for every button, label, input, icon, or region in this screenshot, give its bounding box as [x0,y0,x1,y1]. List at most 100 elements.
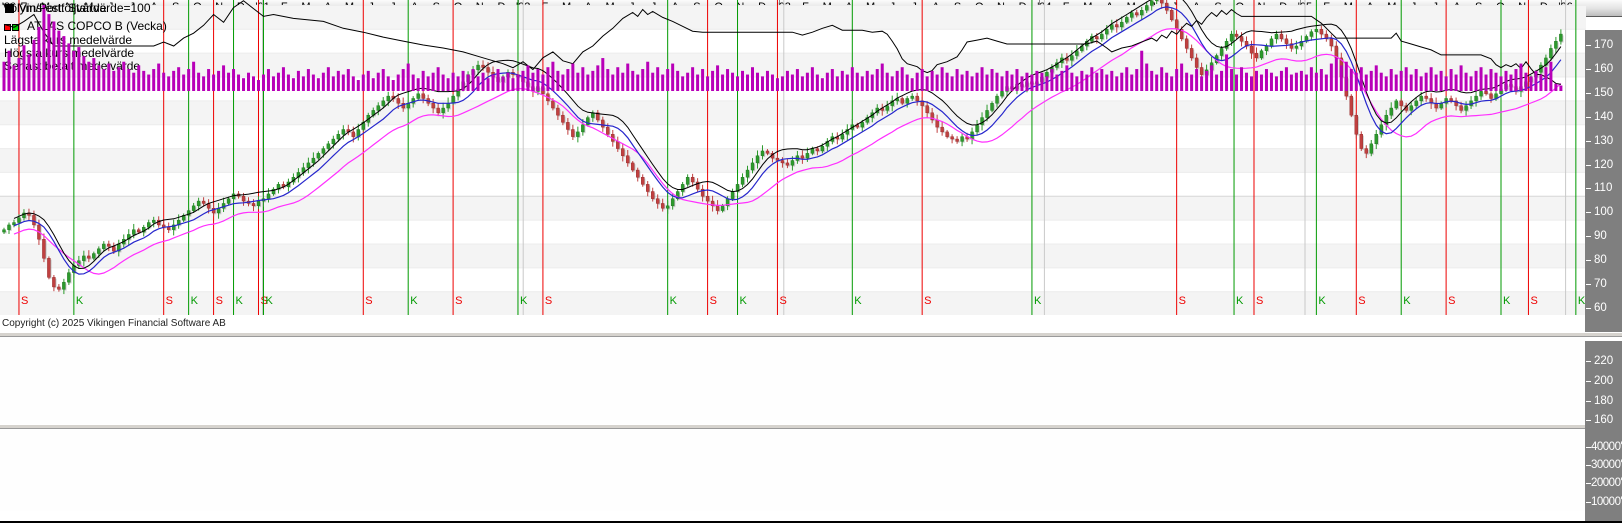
volume-bar [966,71,969,91]
y-axis-label: 150 [1585,87,1622,100]
sell-signal-letter: S [924,295,931,307]
candle-up [3,230,6,232]
candle-up [1480,91,1483,96]
volume-bar [22,45,25,91]
candle-up [377,106,380,111]
candle-down [926,106,929,113]
buy-signal-letter: K [1236,295,1244,307]
volume-bar [866,71,869,91]
volume-bar [926,76,929,91]
volume-bar [656,67,659,91]
volume-bar [996,73,999,91]
volume-bar [3,62,6,91]
volume-bar [631,71,634,91]
candle-up [811,149,814,154]
candle-down [1450,98,1453,100]
volume-bar [92,58,95,91]
volume-bar [1440,71,1443,91]
volume-bar [1035,71,1038,91]
sell-signal-letter: S [216,295,223,307]
candle-down [566,122,569,129]
candle-down [1355,115,1358,134]
volume-bar [741,71,744,91]
candle-down [1400,101,1403,106]
candle-down [561,115,564,122]
volume-bar [247,73,250,91]
volume-bar [1480,67,1483,91]
sell-signal-letter: S [545,295,552,307]
candle-up [147,223,150,228]
volume-bar [217,71,220,91]
volume-bar [1185,73,1188,91]
volume-bar [541,75,544,91]
volume-bar [1285,67,1288,91]
volume-bar [317,78,320,91]
volume-bar [1160,67,1163,91]
volume-bar [1345,62,1348,91]
candle-up [1395,101,1398,108]
volume-bar [551,62,554,91]
volume-bar [32,40,35,91]
volume-bar [1375,65,1378,91]
volume-bar [716,65,719,91]
candle-down [626,156,629,163]
candle-down [816,149,819,151]
volume-bar [327,67,330,91]
volume-bar [696,75,699,91]
volume-bar [357,80,360,91]
volume-bar [781,76,784,91]
candle-down [716,206,719,211]
candle-up [387,96,390,101]
volume-panel[interactable]: Volym/Portföljvärde [0,419,1586,511]
volume-bar [901,67,904,91]
candle-down [691,177,694,182]
volume-bar [1050,69,1053,91]
volume-bar [981,67,984,91]
volume-bar [611,75,614,91]
buy-signal-letter: K [854,295,862,307]
candle-down [107,244,110,246]
volume-bar [312,75,315,91]
volume-bar [646,62,649,91]
volume-bar [387,76,390,91]
volume-bar [621,73,624,91]
volume-bar [107,64,110,91]
candle-down [137,230,140,232]
volume-bar [167,76,170,91]
volume-bar [1300,71,1303,91]
volume-bar [946,73,949,91]
volume-bar [1360,67,1363,91]
volume-bar [417,78,420,91]
volume-bar [267,69,270,91]
volume-bar [187,69,190,91]
volume-bar [1270,73,1273,91]
volume-bar [566,69,569,91]
candle-down [1460,106,1463,111]
band [0,244,1586,268]
volume-bar [332,76,335,91]
candle-up [447,103,450,108]
candle-down [47,258,50,277]
candle-up [741,177,744,184]
candle-up [1465,106,1468,111]
candle-up [152,220,155,222]
volume-bar [1195,69,1198,91]
candle-up [62,282,65,289]
volume-bar [681,76,684,91]
volume-bar [776,78,779,91]
volume-bar [1025,73,1028,91]
volume-bar [1539,75,1542,91]
volume-bar [412,75,415,91]
volume-bar [102,69,105,91]
volume-bar [601,58,604,91]
equity-panel[interactable]: Vinstest: Startvärde=100 [0,332,1586,419]
candle-down [646,184,649,191]
candle-up [581,125,584,132]
volume-bar [1365,75,1368,91]
candle-up [911,96,914,98]
volume-bar [12,65,15,91]
volume-bar [222,65,225,91]
volume-bar [871,75,874,91]
volume-chart-svg[interactable] [0,0,1586,92]
volume-bar [1085,75,1088,91]
